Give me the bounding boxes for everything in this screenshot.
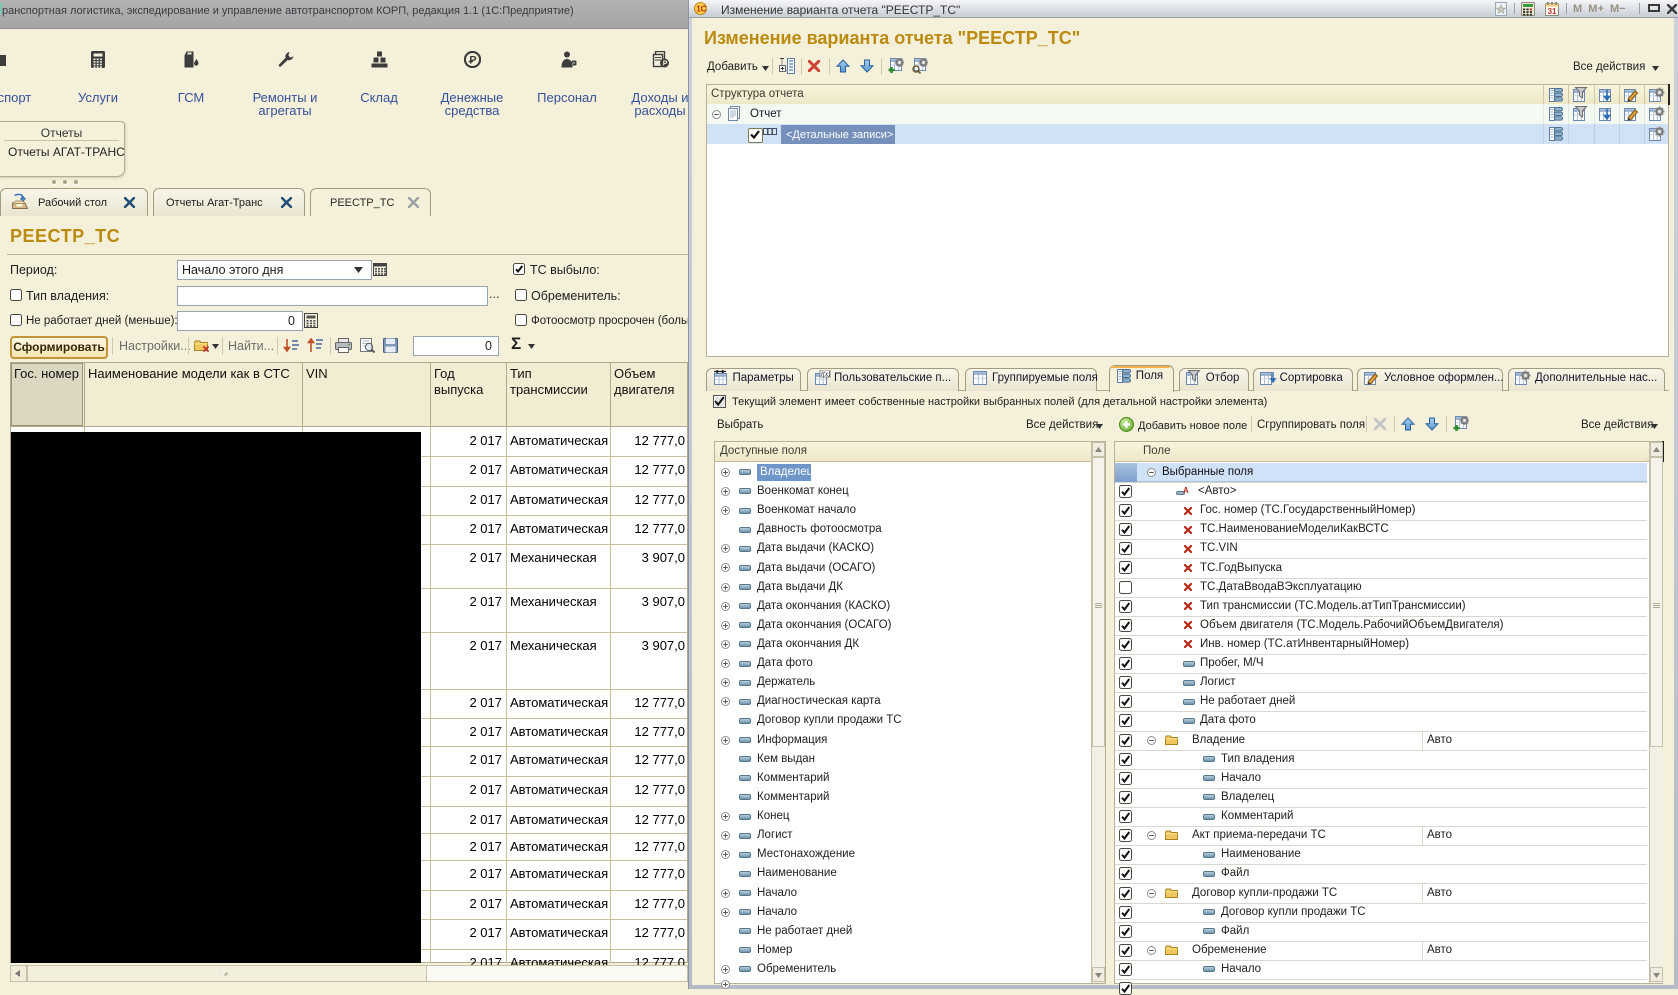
svg-text:A: A [1183,486,1189,495]
svg-text:f(x): f(x) [821,371,830,378]
svg-text:P: P [572,61,575,66]
svg-text:31: 31 [1548,7,1557,16]
svg-text:1C: 1C [696,5,706,14]
svg-text:P: P [663,61,668,68]
svg-text:P: P [469,55,476,67]
